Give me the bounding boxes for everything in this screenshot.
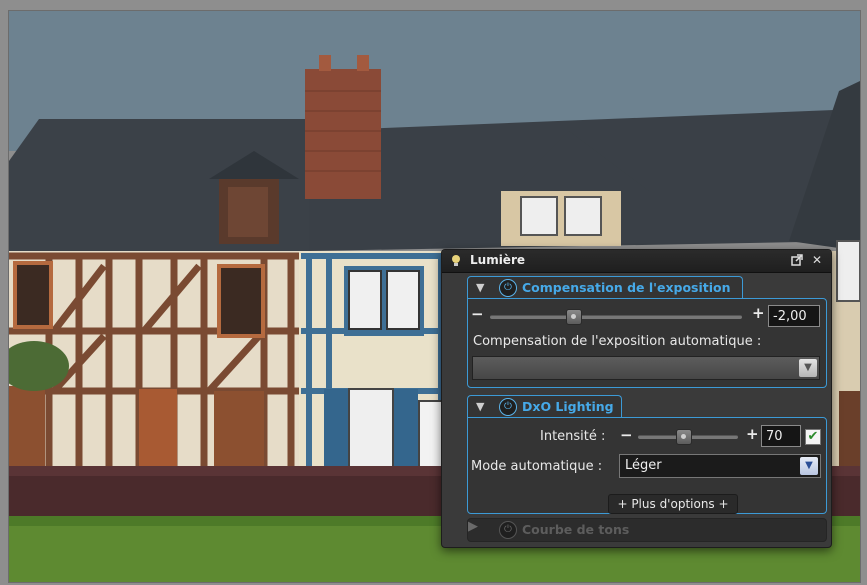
- auto-exposure-label: Compensation de l'exposition automatique…: [473, 334, 762, 349]
- exposure-value-field[interactable]: -2,00: [768, 305, 820, 327]
- palette-title: Lumière: [470, 253, 526, 267]
- auto-mode-value: Léger: [625, 458, 662, 473]
- exposure-decrease-button[interactable]: −: [471, 305, 484, 323]
- exposure-slider-track[interactable]: [490, 315, 742, 319]
- more-options-button[interactable]: + Plus d'options +: [608, 494, 738, 514]
- intensity-value-field[interactable]: 70: [761, 425, 801, 447]
- section-title-tone-curve: Courbe de tons: [522, 522, 630, 537]
- auto-mode-label: Mode automatique :: [471, 459, 603, 474]
- tab-exposure-compensation[interactable]: ▼ ⏻ Compensation de l'exposition: [467, 276, 743, 299]
- intensity-checkbox[interactable]: ✔: [805, 429, 821, 445]
- exposure-slider-handle[interactable]: [566, 309, 583, 325]
- chevron-down-icon[interactable]: ▼: [799, 359, 817, 377]
- power-icon[interactable]: ⏻: [499, 398, 517, 416]
- section-title-exposure: Compensation de l'exposition: [522, 280, 731, 295]
- expand-arrow-icon[interactable]: ▶: [468, 519, 478, 534]
- collapse-arrow-icon[interactable]: ▼: [476, 400, 484, 413]
- light-bulb-icon: [452, 255, 460, 266]
- power-icon[interactable]: ⏻: [499, 279, 517, 297]
- power-icon[interactable]: ⏻: [499, 521, 517, 539]
- tab-tone-curve[interactable]: ▶ ⏻ Courbe de tons: [467, 518, 827, 542]
- section-title-lighting: DxO Lighting: [522, 399, 614, 414]
- collapse-arrow-icon[interactable]: ▼: [476, 281, 484, 294]
- intensity-decrease-button[interactable]: −: [620, 426, 633, 444]
- float-palette-icon[interactable]: [790, 253, 804, 267]
- auto-mode-select[interactable]: Léger ▼: [619, 454, 821, 478]
- close-icon[interactable]: ✕: [810, 253, 824, 267]
- dxo-lighting-section: Intensité : − + 70 ✔ Mode automatique : …: [467, 417, 827, 514]
- chevron-down-icon[interactable]: ▼: [800, 457, 818, 475]
- exposure-section: − + -2,00 Compensation de l'exposition a…: [467, 298, 827, 388]
- exposure-increase-button[interactable]: +: [752, 304, 765, 322]
- intensity-slider-handle[interactable]: [676, 429, 692, 445]
- tab-dxo-lighting[interactable]: ▼ ⏻ DxO Lighting: [467, 395, 622, 418]
- intensity-label: Intensité :: [540, 429, 606, 444]
- intensity-increase-button[interactable]: +: [746, 425, 759, 443]
- palette-titlebar[interactable]: Lumière ✕: [442, 250, 831, 273]
- lumiere-palette: Lumière ✕ ▼ ⏻ Compensation de l'expositi…: [441, 249, 832, 548]
- auto-exposure-select[interactable]: ▼: [472, 356, 820, 380]
